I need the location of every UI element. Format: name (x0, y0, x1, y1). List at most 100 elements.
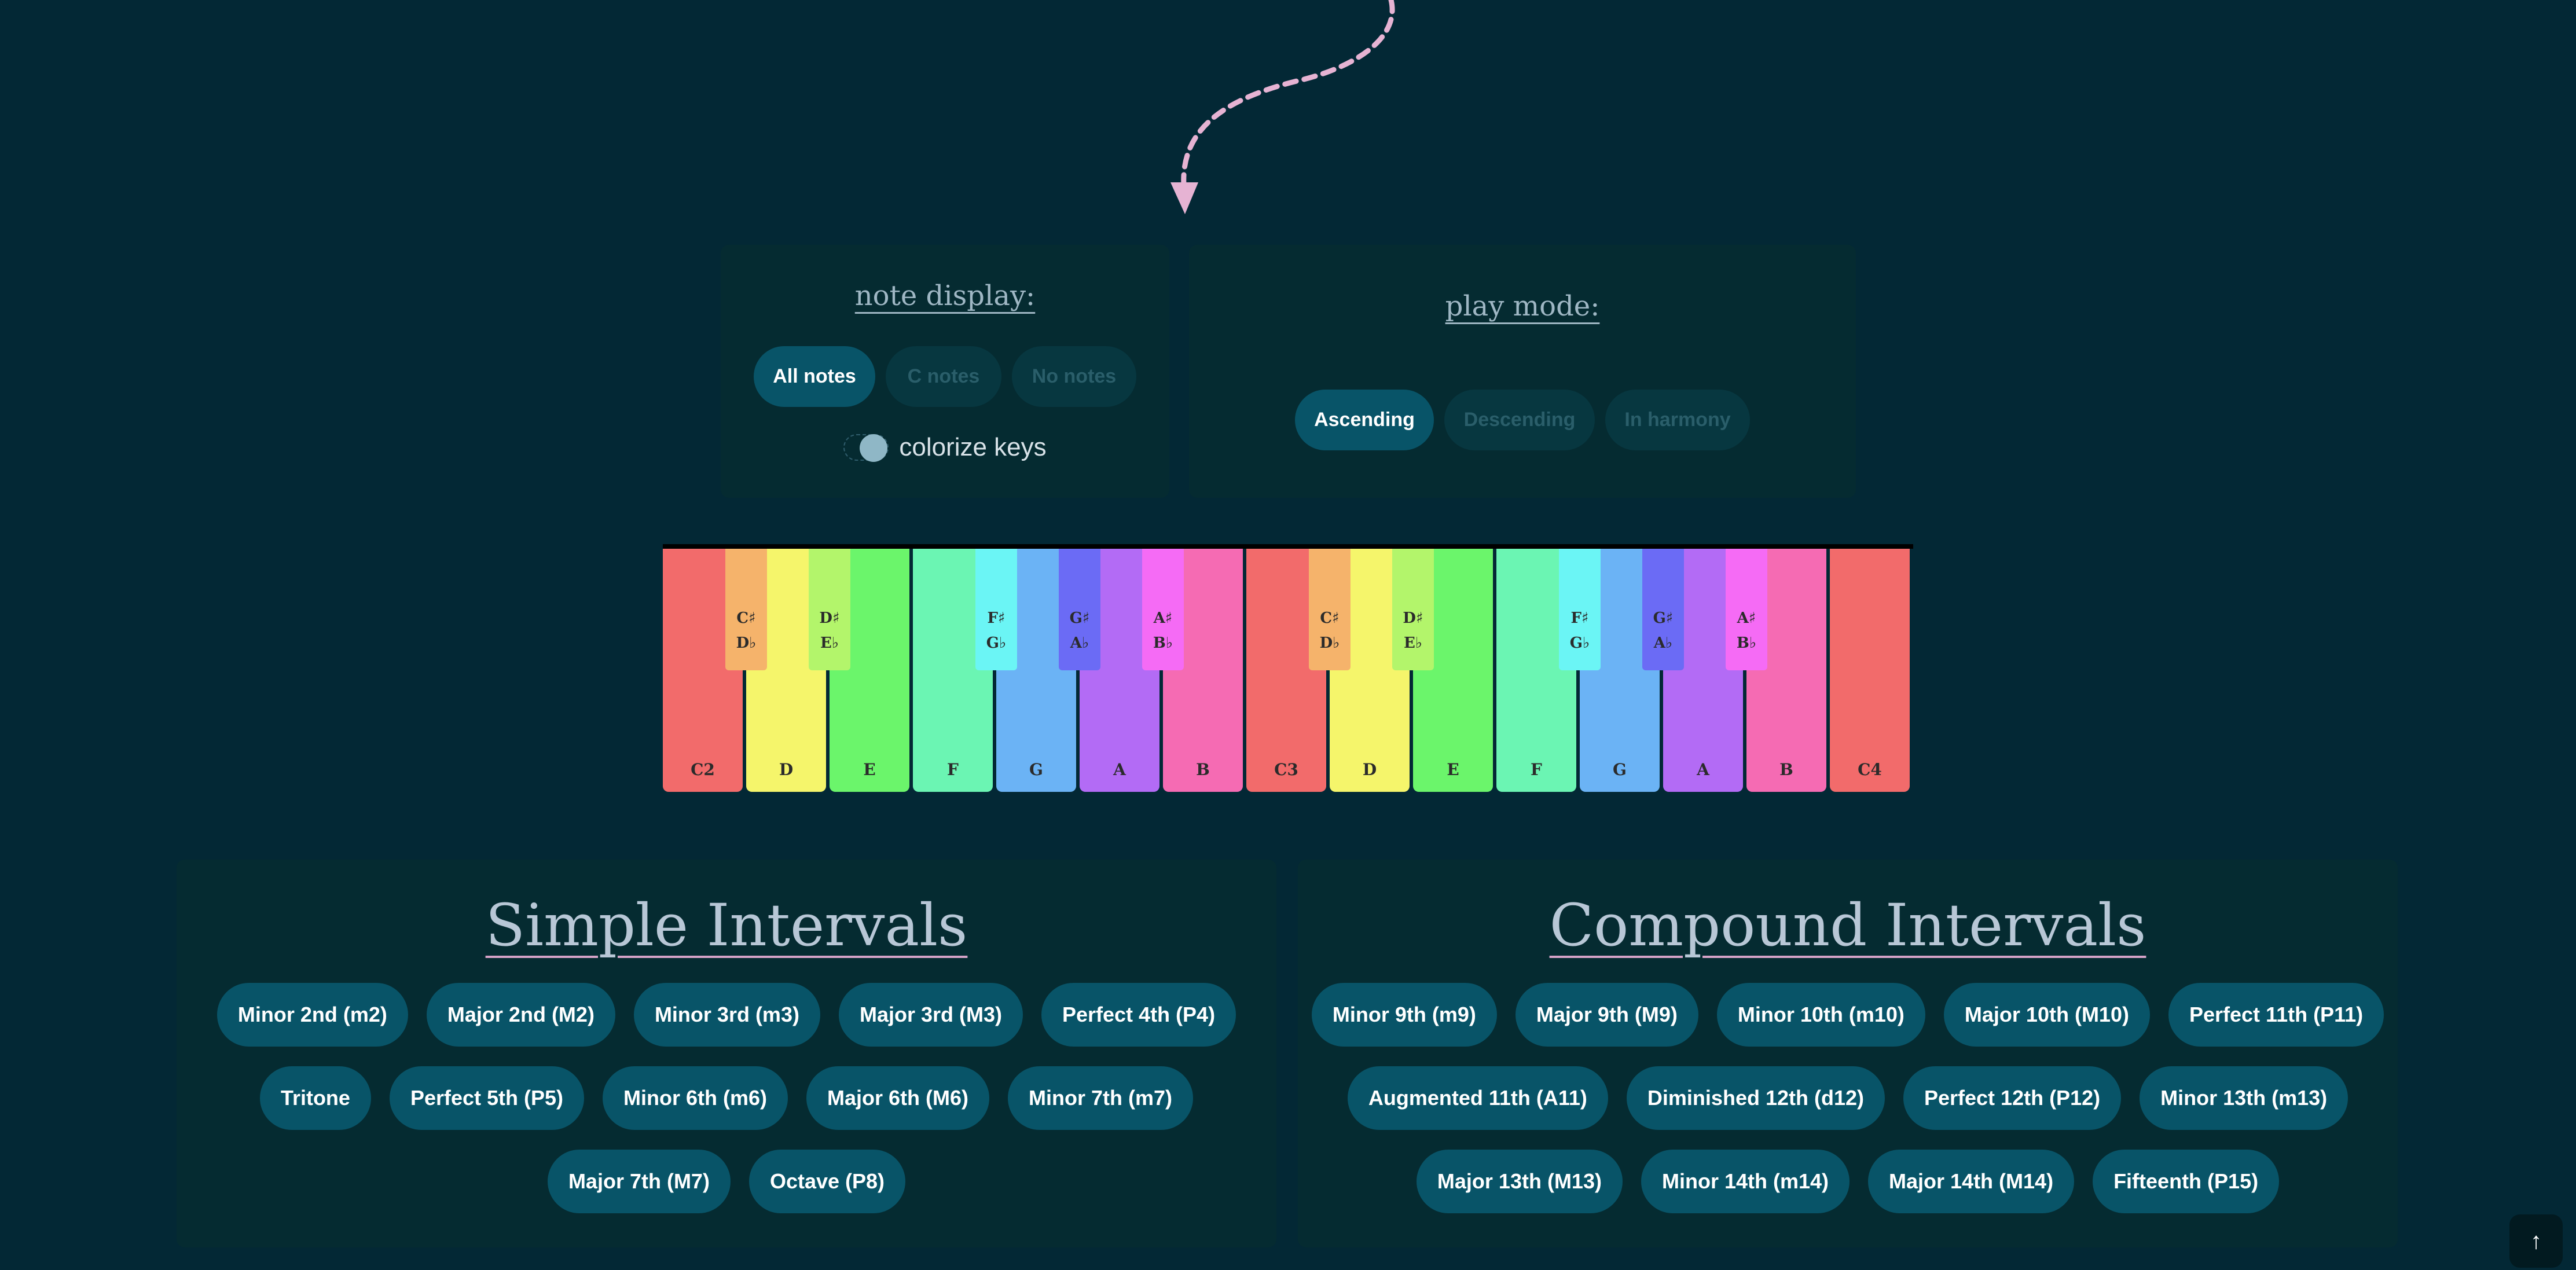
compound-intervals-panel: Compound Intervals Minor 9th (m9) Major 9… (1298, 860, 2398, 1247)
white-key-label: D (1362, 760, 1377, 779)
interval-button[interactable]: Fifteenth (P15) (2093, 1150, 2280, 1213)
interval-button[interactable]: Minor 10th (m10) (1716, 983, 1925, 1047)
interval-button[interactable]: Diminished 12th (d12) (1626, 1066, 1885, 1130)
white-key-label: D (779, 760, 794, 779)
white-key-label: C3 (1274, 760, 1298, 779)
black-key[interactable]: G♯ A♭ (1059, 549, 1100, 670)
black-key-flat-label: A♭ (1653, 634, 1673, 652)
compound-intervals-row: Minor 9th (m9) Major 9th (M9) Minor 10th (… (1298, 983, 2398, 1047)
interval-button[interactable]: Major 13th (M13) (1416, 1150, 1623, 1213)
black-key-sharp-label: D♯ (1403, 610, 1423, 627)
black-key[interactable]: D♯ E♭ (809, 549, 850, 670)
interval-button[interactable]: Minor 6th (m6) (603, 1066, 788, 1130)
descending-button[interactable]: Descending (1444, 390, 1595, 450)
simple-intervals-panel: Simple Intervals Minor 2nd (m2) Major 2nd… (177, 860, 1276, 1247)
play-mode-panel: play mode: Ascending Descending In harmo… (1189, 245, 1856, 498)
white-key-label: B (1196, 760, 1210, 779)
interval-button[interactable]: Major 3rd (M3) (838, 983, 1023, 1047)
interval-button[interactable]: Minor 7th (m7) (1008, 1066, 1194, 1130)
keyboard-top-border (663, 544, 1913, 549)
colorize-keys-toggle[interactable] (843, 434, 889, 462)
interval-button[interactable]: Minor 14th (m14) (1641, 1150, 1850, 1213)
white-key-label: A (1113, 760, 1126, 779)
interval-button[interactable]: Minor 13th (m13) (2140, 1066, 2349, 1130)
black-key-flat-label: G♭ (986, 634, 1007, 652)
interval-button[interactable]: Major 10th (M10) (1943, 983, 2150, 1047)
black-key[interactable]: F♯ G♭ (1559, 549, 1601, 670)
black-key[interactable]: C♯ D♭ (725, 549, 767, 670)
compound-intervals-row: Major 13th (M13) Minor 14th (m14) Major 14… (1298, 1150, 2398, 1213)
black-key-flat-label: B♭ (1153, 634, 1173, 652)
interval-button[interactable]: Augmented 11th (A11) (1347, 1066, 1608, 1130)
in-harmony-button[interactable]: In harmony (1605, 390, 1750, 450)
black-key-flat-label: G♭ (1569, 634, 1590, 652)
interval-button[interactable]: Major 9th (M9) (1515, 983, 1698, 1047)
black-key-flat-label: E♭ (820, 634, 839, 652)
black-key-sharp-label: D♯ (819, 610, 840, 627)
interval-button[interactable]: Tritone (259, 1066, 371, 1130)
white-key-label: C4 (1858, 760, 1882, 779)
interval-button[interactable]: Major 14th (M14) (1868, 1150, 2075, 1213)
white-key-label: B (1779, 760, 1793, 779)
interval-button[interactable]: Perfect 4th (P4) (1041, 983, 1236, 1047)
simple-intervals-row: Major 7th (M7) Octave (P8) (177, 1150, 1276, 1213)
play-mode-options: Ascending Descending In harmony (1189, 390, 1856, 450)
interval-button[interactable]: Minor 9th (m9) (1311, 983, 1497, 1047)
black-key-flat-label: D♭ (1319, 634, 1340, 652)
simple-intervals-row: Tritone Perfect 5th (P5) Minor 6th (m6) Maj… (177, 1066, 1276, 1130)
white-key-label: G (1029, 760, 1043, 779)
black-key-sharp-label: F♯ (987, 610, 1006, 627)
arrow-up-icon: ↑ (2530, 1228, 2542, 1254)
black-key-flat-label: B♭ (1736, 634, 1757, 652)
white-key-label: F (1531, 760, 1542, 779)
compound-intervals-title: Compound Intervals (1549, 891, 2146, 959)
black-key[interactable]: F♯ G♭ (975, 549, 1017, 670)
black-key[interactable]: A♯ B♭ (1142, 549, 1184, 670)
interval-button[interactable]: Minor 2nd (m2) (216, 983, 408, 1047)
white-key-label: G (1613, 760, 1627, 779)
simple-intervals-title: Simple Intervals (485, 891, 968, 959)
black-key-sharp-label: G♯ (1653, 610, 1674, 627)
note-display-options: All notes C notes No notes (721, 346, 1169, 407)
interval-button[interactable]: Perfect 5th (P5) (389, 1066, 585, 1130)
interval-button[interactable]: Major 7th (M7) (547, 1150, 731, 1213)
dashed-arrow-icon (1170, 0, 1395, 214)
black-key-sharp-label: C♯ (1320, 610, 1340, 627)
no-notes-button[interactable]: No notes (1012, 346, 1136, 407)
white-key-label: F (947, 760, 959, 779)
note-display-panel: note display: All notes C notes No notes… (721, 245, 1169, 498)
c-notes-button[interactable]: C notes (886, 346, 1001, 407)
white-key-label: E (863, 760, 876, 779)
white-key[interactable]: C4 (1830, 549, 1910, 792)
black-key[interactable]: C♯ D♭ (1309, 549, 1351, 670)
interval-button[interactable]: Major 2nd (M2) (426, 983, 615, 1047)
black-key[interactable]: G♯ A♭ (1642, 549, 1684, 670)
black-key-flat-label: A♭ (1070, 634, 1089, 652)
black-key-sharp-label: A♯ (1153, 610, 1173, 627)
piano-keyboard: C2 D E F G A B C3 D E F G A B C4 C♯ D♭ D♯ E♭ F♯ G♭ G♯ A♭ A♯ B♭ C♯… (663, 544, 1913, 796)
black-key-flat-label: E♭ (1403, 634, 1423, 652)
white-key-label: A (1697, 760, 1709, 779)
simple-intervals-row: Minor 2nd (m2) Major 2nd (M2) Minor 3rd (m… (177, 983, 1276, 1047)
black-key[interactable]: A♯ B♭ (1726, 549, 1767, 670)
all-notes-button[interactable]: All notes (754, 346, 875, 407)
black-key-sharp-label: C♯ (736, 610, 756, 627)
scroll-to-top-button[interactable]: ↑ (2509, 1214, 2563, 1268)
interval-button[interactable]: Minor 3rd (m3) (633, 983, 820, 1047)
toggle-knob (860, 434, 888, 462)
white-key-label: E (1447, 760, 1459, 779)
black-key-sharp-label: F♯ (1570, 610, 1589, 627)
colorize-keys-row: colorize keys (721, 433, 1169, 462)
note-display-title: note display: (854, 280, 1036, 312)
interval-button[interactable]: Perfect 12th (P12) (1903, 1066, 2122, 1130)
interval-button[interactable]: Octave (P8) (748, 1150, 906, 1213)
black-key-sharp-label: A♯ (1737, 610, 1756, 627)
play-mode-title: play mode: (1445, 290, 1600, 322)
interval-button[interactable]: Major 6th (M6) (806, 1066, 990, 1130)
colorize-keys-label: colorize keys (899, 433, 1047, 461)
ascending-button[interactable]: Ascending (1295, 390, 1434, 450)
interval-button[interactable]: Perfect 11th (P11) (2168, 983, 2384, 1047)
white-key-label: C2 (691, 760, 715, 779)
black-key[interactable]: D♯ E♭ (1392, 549, 1434, 670)
black-key-sharp-label: G♯ (1069, 610, 1090, 627)
